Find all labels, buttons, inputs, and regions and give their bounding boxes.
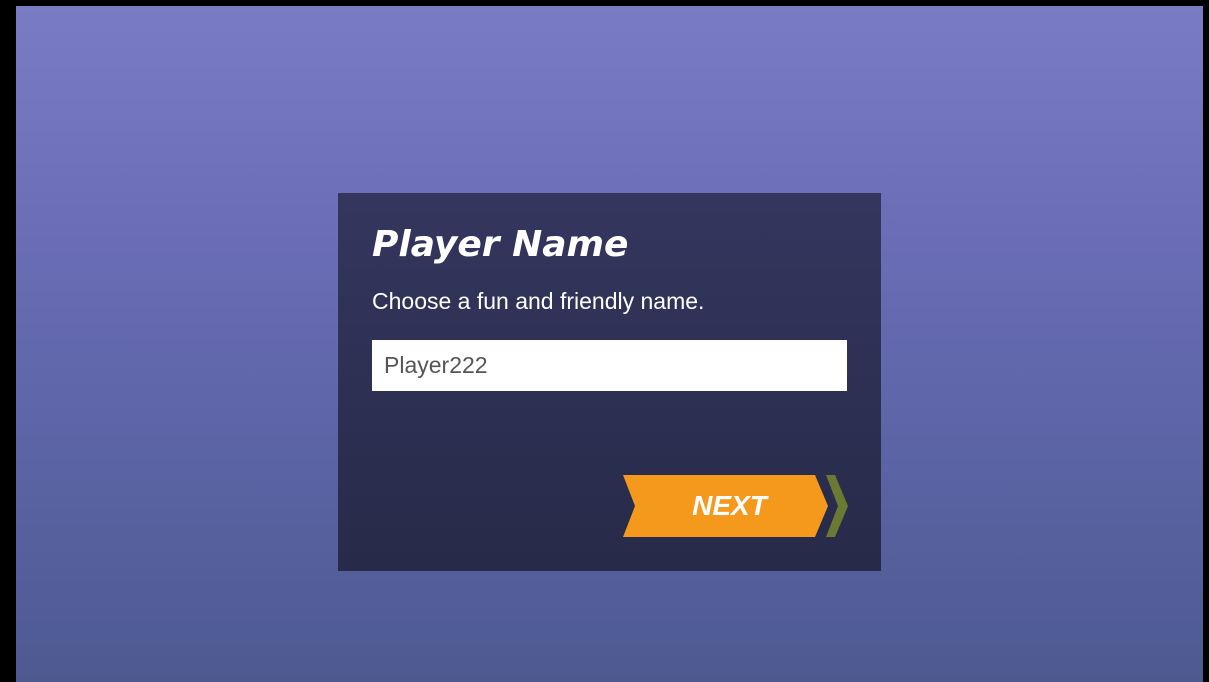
- game-background: Player Name Choose a fun and friendly na…: [16, 6, 1203, 682]
- player-name-dialog: Player Name Choose a fun and friendly na…: [338, 193, 881, 571]
- dialog-title: Player Name: [372, 224, 629, 265]
- dialog-subtitle: Choose a fun and friendly name.: [372, 288, 705, 314]
- next-button-label[interactable]: NEXT: [623, 475, 828, 537]
- player-name-input[interactable]: [372, 340, 847, 391]
- chevron-right-icon: [826, 475, 848, 537]
- next-button[interactable]: NEXT: [623, 475, 848, 537]
